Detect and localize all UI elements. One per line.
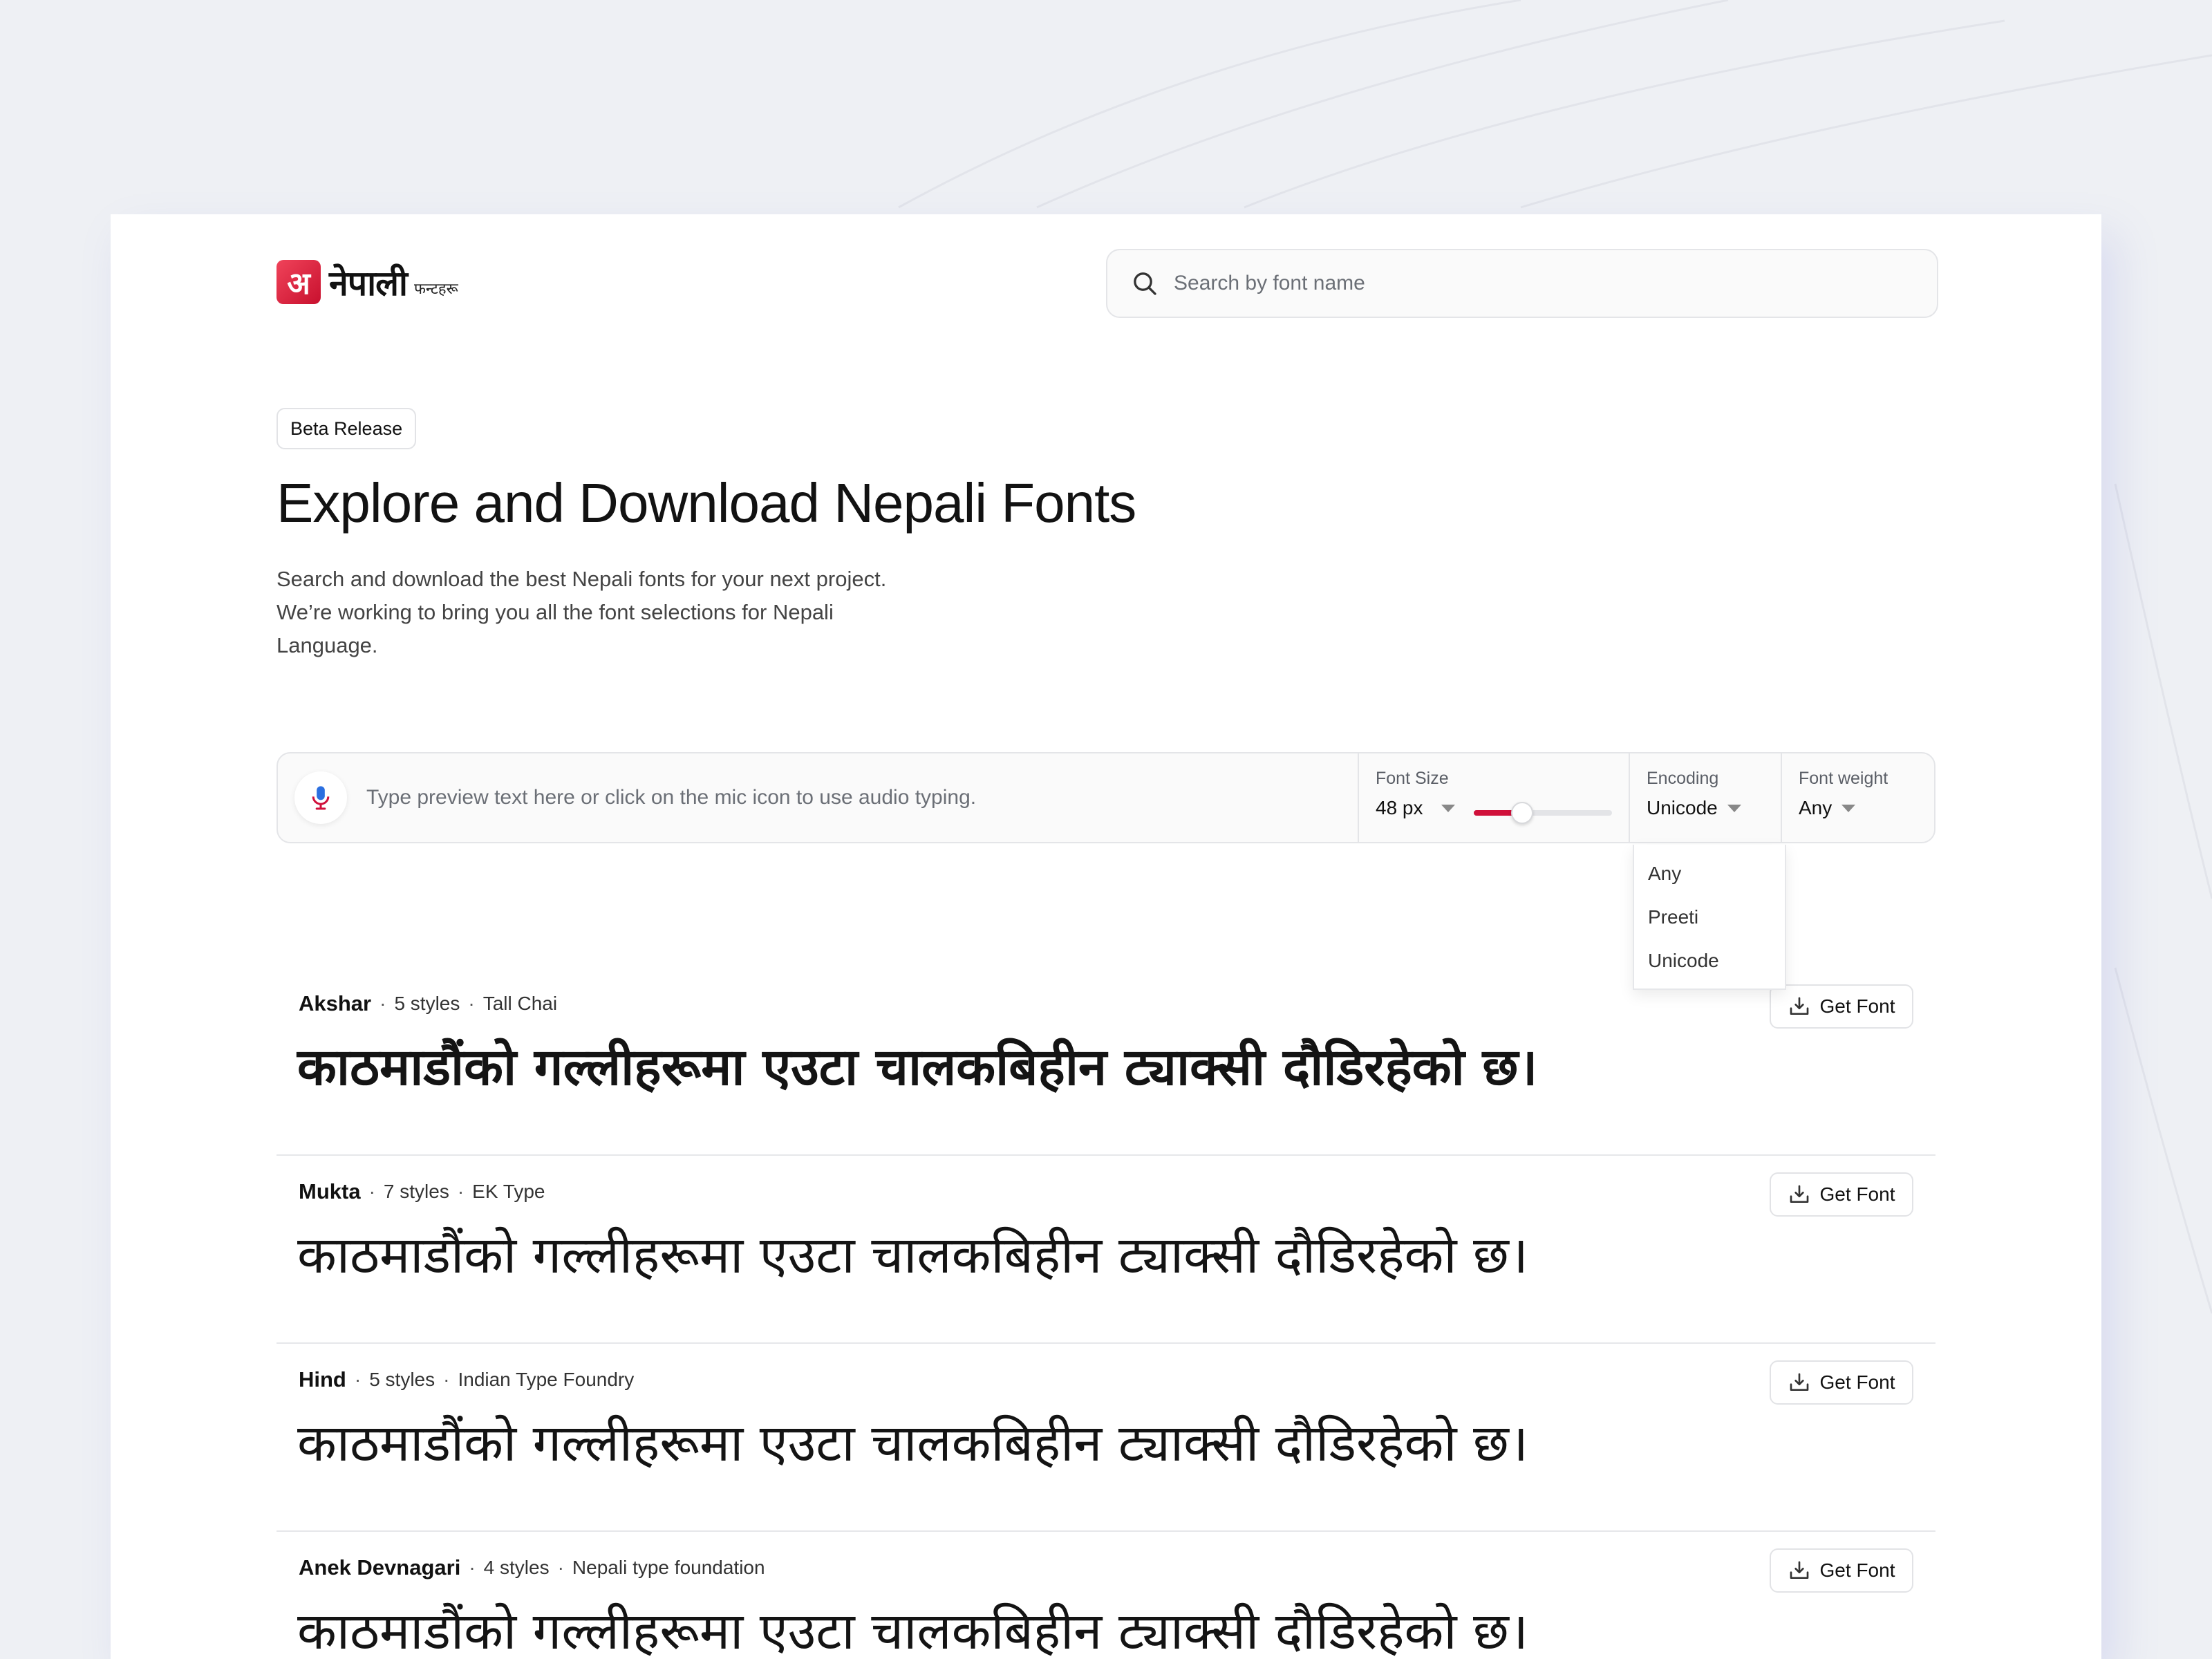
font-size-select[interactable]: 48 px — [1376, 797, 1612, 819]
font-size-control: Font Size 48 px — [1359, 753, 1630, 842]
chevron-down-icon — [1841, 804, 1856, 812]
logo-mark-icon: अ — [276, 260, 321, 304]
font-foundry: Indian Type Foundry — [458, 1369, 635, 1390]
search-icon — [1134, 272, 1156, 295]
download-icon — [1790, 997, 1808, 1015]
get-font-button[interactable]: Get Font — [1770, 984, 1913, 1029]
font-meta: Akshar · 5 styles · Tall Chai — [299, 991, 558, 1016]
download-icon — [1790, 1185, 1808, 1203]
logo-wordmark: नेपाली — [329, 263, 408, 303]
get-font-label: Get Font — [1819, 1183, 1895, 1205]
beta-badge: Beta Release — [276, 408, 417, 449]
encoding-dropdown-menu: Any Preeti Unicode — [1633, 845, 1786, 990]
encoding-option-preeti[interactable]: Preeti — [1634, 895, 1785, 939]
font-size-label: Font Size — [1376, 769, 1449, 788]
main-card: अ नेपाली फन्टहरू Beta Release Explore an… — [111, 214, 2101, 1659]
font-weight-control: Font weight Any — [1782, 753, 1934, 842]
get-font-label: Get Font — [1819, 1371, 1895, 1393]
preview-text-area — [278, 753, 1359, 842]
font-row-akshar: Akshar · 5 styles · Tall Chai काठमाडौंको… — [276, 968, 1936, 1156]
search-input[interactable] — [1174, 272, 1865, 295]
font-name[interactable]: Hind — [299, 1367, 346, 1392]
font-style-count: 5 styles — [369, 1369, 435, 1390]
encoding-option-unicode[interactable]: Unicode — [1634, 939, 1785, 982]
download-icon — [1790, 1561, 1808, 1579]
font-style-count: 4 styles — [483, 1557, 550, 1578]
font-meta: Mukta · 7 styles · EK Type — [299, 1179, 545, 1204]
get-font-label: Get Font — [1819, 995, 1895, 1017]
font-meta: Anek Devnagari · 4 styles · Nepali type … — [299, 1555, 765, 1580]
font-row-hind: Hind · 5 styles · Indian Type Foundry का… — [276, 1344, 1936, 1532]
font-weight-select[interactable]: Any — [1799, 797, 1918, 819]
font-sample-text: काठमाडौंको गल्लीहरूमा एउटा चालकबिहीन ट्य… — [297, 1414, 1528, 1473]
font-size-slider[interactable] — [1474, 802, 1612, 824]
font-name[interactable]: Anek Devnagari — [299, 1555, 460, 1580]
chevron-down-icon — [1727, 804, 1741, 812]
logo[interactable]: अ नेपाली फन्टहरू — [276, 260, 458, 304]
encoding-control: Encoding Unicode — [1630, 753, 1782, 842]
encoding-label: Encoding — [1647, 769, 1719, 788]
font-foundry: Tall Chai — [482, 993, 558, 1014]
chevron-down-icon — [1441, 804, 1455, 812]
microphone-icon — [312, 786, 330, 810]
encoding-value: Unicode — [1647, 797, 1718, 818]
font-list: Akshar · 5 styles · Tall Chai काठमाडौंको… — [276, 968, 1936, 1659]
encoding-select[interactable]: Unicode — [1647, 797, 1764, 819]
font-style-count: 7 styles — [383, 1181, 449, 1202]
get-font-button[interactable]: Get Font — [1770, 1548, 1913, 1593]
font-weight-value: Any — [1799, 797, 1833, 818]
encoding-option-any[interactable]: Any — [1634, 852, 1785, 895]
page-description: Search and download the best Nepali font… — [276, 567, 887, 657]
font-name[interactable]: Akshar — [299, 991, 371, 1016]
search-bar[interactable] — [1106, 249, 1938, 318]
font-sample-text: काठमाडौंको गल्लीहरूमा एउटा चालकबिहीन ट्य… — [297, 1602, 1528, 1659]
page-title: Explore and Download Nepali Fonts — [276, 472, 1136, 534]
font-weight-label: Font weight — [1799, 769, 1888, 788]
logo-subtitle: फन्टहरू — [413, 281, 458, 298]
get-font-label: Get Font — [1819, 1559, 1895, 1581]
font-row-mukta: Mukta · 7 styles · EK Type काठमाडौंको गल… — [276, 1156, 1936, 1344]
mic-button[interactable] — [294, 771, 347, 824]
font-size-slider-thumb[interactable] — [1511, 802, 1533, 824]
font-size-value: 48 px — [1376, 797, 1423, 818]
get-font-button[interactable]: Get Font — [1770, 1172, 1913, 1217]
preview-text-input[interactable] — [366, 786, 1334, 809]
get-font-button[interactable]: Get Font — [1770, 1360, 1913, 1405]
download-icon — [1790, 1373, 1808, 1391]
font-sample-text: काठमाडौंको गल्लीहरूमा एउटा चालकबिहीन ट्य… — [297, 1226, 1528, 1285]
font-foundry: EK Type — [472, 1181, 545, 1202]
font-sample-text: काठमाडौंको गल्लीहरूमा एउटा चालकबिहीन ट्य… — [297, 1038, 1538, 1097]
font-meta: Hind · 5 styles · Indian Type Foundry — [299, 1367, 635, 1392]
font-name[interactable]: Mukta — [299, 1179, 361, 1204]
font-row-anek-devnagari: Anek Devnagari · 4 styles · Nepali type … — [276, 1532, 1936, 1659]
font-foundry: Nepali type foundation — [572, 1557, 765, 1578]
preview-toolbar: Font Size 48 px Encoding Unicode Fon — [276, 752, 1936, 843]
font-style-count: 5 styles — [394, 993, 460, 1014]
